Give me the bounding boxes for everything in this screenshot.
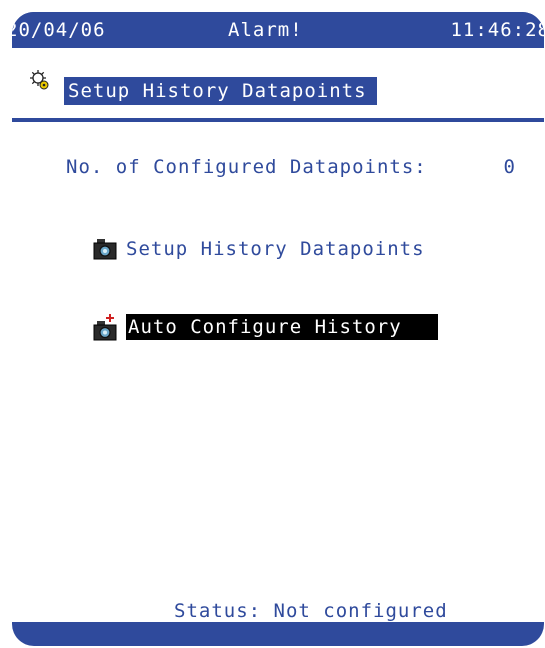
alarm-indicator[interactable]: Alarm! xyxy=(228,12,303,48)
time-display: 11:46:28 xyxy=(450,19,544,41)
menu-item-label: Auto Configure History xyxy=(126,314,438,340)
status-bar: 20/04/06 Alarm! 11:46:28 xyxy=(12,12,544,48)
device-frame: 20/04/06 Alarm! 11:46:28 Setup History D… xyxy=(12,12,544,646)
camera-auto-icon xyxy=(93,314,117,341)
main-content: No. of Configured Datapoints: 0 Setup Hi… xyxy=(12,122,544,622)
page-title: Setup History Datapoints xyxy=(64,77,377,105)
menu-item-auto-configure[interactable]: Auto Configure History xyxy=(92,312,438,342)
page-header: Setup History Datapoints xyxy=(12,48,544,118)
status-text: Status: Not configured xyxy=(174,600,448,622)
menu-item-label: Setup History Datapoints xyxy=(126,238,425,260)
menu-item-setup-history[interactable]: Setup History Datapoints xyxy=(92,234,425,264)
date-display: 20/04/06 xyxy=(12,19,106,41)
camera-icon xyxy=(93,239,117,260)
configured-count-value: 0 xyxy=(503,156,516,178)
configured-count-label: No. of Configured Datapoints: xyxy=(66,156,427,178)
gear-icon xyxy=(30,70,49,90)
